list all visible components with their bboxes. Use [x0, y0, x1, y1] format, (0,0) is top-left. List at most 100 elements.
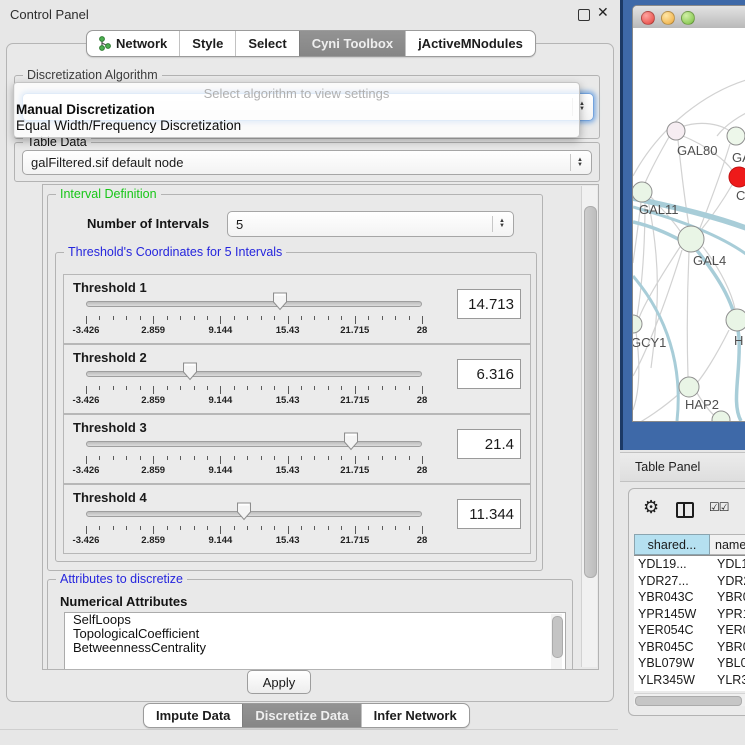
column-header-name[interactable]: name	[710, 534, 745, 555]
apply-button[interactable]: Apply	[247, 670, 311, 694]
network-canvas[interactable]: GAL80GACGAL11GAL4GCY1HHAP2	[633, 28, 745, 421]
select-columns-icon[interactable]: ☑☑	[709, 500, 729, 514]
table-horizontal-scrollbar[interactable]	[634, 693, 745, 706]
network-node-HAP2[interactable]	[679, 377, 699, 397]
tab-jactivemnodules[interactable]: jActiveMNodules	[405, 31, 535, 56]
cell-shared-name[interactable]: YBL079W	[634, 656, 713, 670]
cell-name[interactable]: YIL0	[713, 689, 745, 691]
network-graph[interactable]: GAL80GACGAL11GAL4GCY1HHAP2	[633, 28, 745, 421]
tab-cyni-toolbox[interactable]: Cyni Toolbox	[299, 31, 405, 56]
tick	[220, 316, 221, 324]
tick	[288, 316, 289, 324]
cell-shared-name[interactable]: YER054C	[634, 623, 713, 637]
table-row[interactable]: YBL079WYBL0	[634, 655, 745, 672]
slider-thumb[interactable]	[182, 362, 198, 381]
threshold-value-field[interactable]: 21.4	[457, 429, 521, 459]
threshold-slider[interactable]: -3.4262.8599.14415.4321.71528	[86, 292, 422, 338]
network-node-GCY1[interactable]	[633, 315, 642, 333]
attribute-list-item[interactable]: TopologicalCoefficient	[65, 627, 565, 641]
cell-name[interactable]: YER0	[713, 623, 745, 637]
number-of-intervals-combobox[interactable]: 5 ▲▼	[227, 211, 514, 237]
node-attribute-table: shared... name YDL19...YDL1YDR27...YDR2Y…	[634, 534, 745, 691]
cell-shared-name[interactable]: YIL052C	[634, 689, 713, 691]
attribute-list-item[interactable]: SelfLoops	[65, 613, 565, 627]
dropdown-item-manual-discretization[interactable]: Manual Discretization	[16, 102, 155, 117]
tick	[234, 456, 235, 460]
threshold-slider[interactable]: -3.4262.8599.14415.4321.71528	[86, 362, 422, 408]
cell-shared-name[interactable]: YDL19...	[634, 557, 713, 571]
network-node-GAL4[interactable]	[678, 226, 704, 252]
cell-name[interactable]: YDR2	[713, 574, 745, 588]
network-node-GAL11[interactable]	[633, 182, 652, 202]
table-data-combobox[interactable]: galFiltered.sif default node ▲▼	[22, 150, 592, 175]
tab-style[interactable]: Style	[179, 31, 235, 56]
cell-name[interactable]: YBR0	[713, 640, 745, 654]
tick	[261, 456, 262, 460]
settings-vertical-scrollbar[interactable]	[581, 186, 597, 667]
slider-track[interactable]	[86, 301, 422, 307]
table-row[interactable]: YPR145WYPR1	[634, 606, 745, 623]
slider-thumb[interactable]	[343, 432, 359, 451]
control-panel-title: Control Panel	[10, 7, 89, 22]
tab-infer-network[interactable]: Infer Network	[361, 704, 469, 727]
close-icon[interactable]: ✕	[597, 4, 609, 21]
settings-scrollbar-thumb[interactable]	[584, 206, 597, 578]
network-node-GAL-right[interactable]	[727, 127, 745, 145]
close-traffic-light[interactable]	[641, 11, 655, 25]
cell-name[interactable]: YBL0	[713, 656, 745, 670]
threshold-value-field[interactable]: 11.344	[457, 499, 521, 529]
cell-name[interactable]: YBR0	[713, 590, 745, 604]
cell-shared-name[interactable]: YLR345W	[634, 673, 713, 687]
dropdown-item-equal-width[interactable]: Equal Width/Frequency Discretization	[16, 118, 241, 133]
cell-name[interactable]: YDL1	[713, 557, 745, 571]
table-row[interactable]: YLR345WYLR3	[634, 672, 745, 689]
network-node-GAL80[interactable]	[667, 122, 685, 140]
minimize-traffic-light[interactable]	[661, 11, 675, 25]
attributes-group: Attributes to discretize Numerical Attri…	[47, 579, 573, 670]
cell-shared-name[interactable]: YBR045C	[634, 640, 713, 654]
attributes-list-scrollbar[interactable]	[551, 614, 562, 670]
attributes-scrollbar-thumb[interactable]	[552, 616, 563, 658]
network-node-red-node[interactable]	[729, 167, 745, 187]
table-row[interactable]: YBR043CYBR0	[634, 589, 745, 606]
slider-track[interactable]	[86, 441, 422, 447]
tick	[314, 526, 315, 530]
threshold-slider[interactable]: -3.4262.8599.14415.4321.71528	[86, 432, 422, 478]
tick-label: 28	[417, 325, 428, 336]
table-row[interactable]: YDL19...YDL1	[634, 556, 745, 573]
threshold-value-field[interactable]: 6.316	[457, 359, 521, 389]
tick-label: 9.144	[209, 395, 233, 406]
cell-shared-name[interactable]: YDR27...	[634, 574, 713, 588]
network-node-bottom-node[interactable]	[712, 411, 730, 421]
tab-select[interactable]: Select	[235, 31, 298, 56]
tab-impute-data[interactable]: Impute Data	[144, 704, 242, 727]
slider-track[interactable]	[86, 511, 422, 517]
gear-icon[interactable]: ⚙	[643, 497, 659, 518]
column-header-shared-name[interactable]: shared...	[634, 534, 710, 555]
tab-discretize-data[interactable]: Discretize Data	[242, 704, 360, 727]
cell-name[interactable]: YPR1	[713, 607, 745, 621]
zoom-traffic-light[interactable]	[681, 11, 695, 25]
slider-thumb[interactable]	[236, 502, 252, 521]
threshold-slider[interactable]: -3.4262.8599.14415.4321.71528	[86, 502, 422, 548]
tick	[288, 526, 289, 534]
attribute-list-item[interactable]: BetweennessCentrality	[65, 641, 565, 655]
tab-network[interactable]: Network	[87, 31, 179, 56]
cell-name[interactable]: YLR3	[713, 673, 745, 687]
cell-shared-name[interactable]: YPR145W	[634, 607, 713, 621]
table-scrollbar-thumb[interactable]	[635, 696, 742, 706]
float-window-icon[interactable]	[578, 9, 590, 21]
table-row[interactable]: YBR045CYBR0	[634, 639, 745, 656]
cell-shared-name[interactable]: YBR043C	[634, 590, 713, 604]
table-row[interactable]: YDR27...YDR2	[634, 573, 745, 590]
table-row[interactable]: YIL052CYIL0	[634, 688, 745, 691]
network-node-H-node[interactable]	[726, 309, 745, 331]
tick	[382, 456, 383, 460]
network-window-titlebar[interactable]	[633, 6, 745, 29]
numerical-attributes-list[interactable]: SelfLoopsTopologicalCoefficientBetweenne…	[64, 612, 566, 670]
table-row[interactable]: YER054CYER0	[634, 622, 745, 639]
slider-track[interactable]	[86, 371, 422, 377]
slider-thumb[interactable]	[272, 292, 288, 311]
column-layout-icon[interactable]	[676, 502, 694, 518]
threshold-value-field[interactable]: 14.713	[457, 289, 521, 319]
